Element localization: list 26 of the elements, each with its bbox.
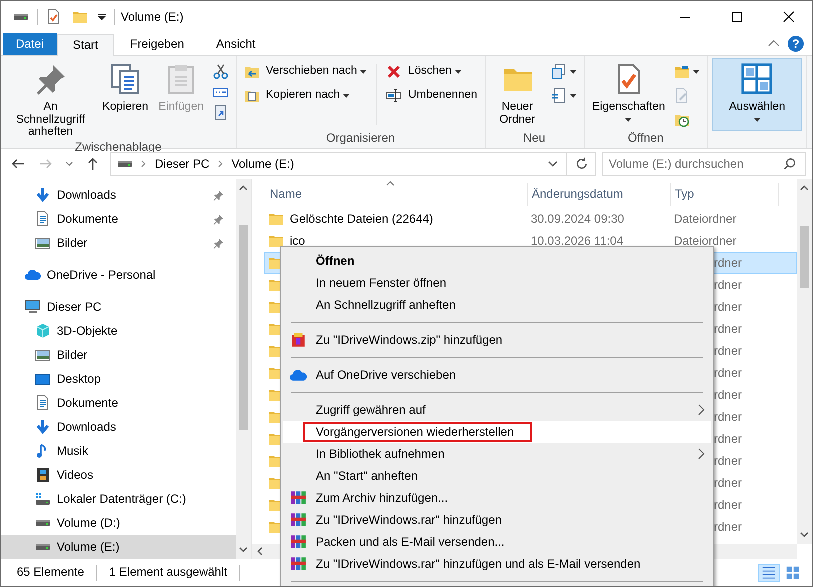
type-cell-text: rdner xyxy=(713,300,742,314)
type-cell-text: Dateiordner xyxy=(673,234,737,248)
type-cell-text: rdner xyxy=(713,498,742,512)
group-label: Zwischenablage xyxy=(74,140,163,154)
type-cell-text: rdner xyxy=(713,322,742,336)
window-title: Volume (E:) xyxy=(121,10,184,24)
type-cell-text: rdner xyxy=(713,476,742,490)
date-cell-text: 10.03.2026 11:04 xyxy=(530,234,624,248)
file-name: ico xyxy=(290,234,306,248)
type-cell-text: rdner xyxy=(713,520,742,534)
type-cell-text: Dateiordner xyxy=(673,212,737,226)
type-cell-text: rdner xyxy=(713,344,742,358)
selection-count: 1 Element ausgewählt xyxy=(109,565,228,580)
type-cell-text: rdner xyxy=(713,388,742,402)
group-label: Neu xyxy=(522,131,546,147)
group-label: Organisieren xyxy=(325,131,396,147)
type-cell-text: rdner xyxy=(713,278,742,292)
type-cell-text: rdner xyxy=(713,454,742,468)
type-cell-text: rdner xyxy=(713,410,742,424)
item-count: 65 Elemente xyxy=(17,565,84,580)
type-cell-text: rdner xyxy=(713,366,742,380)
type-cell-text: rdner xyxy=(713,432,742,446)
file-name: Gelöschte Dateien (22644) xyxy=(290,212,434,226)
date-cell-text: 30.09.2024 09:30 xyxy=(530,212,624,226)
type-cell-text: rdner xyxy=(713,256,742,270)
group-label: Öffnen xyxy=(627,131,665,147)
